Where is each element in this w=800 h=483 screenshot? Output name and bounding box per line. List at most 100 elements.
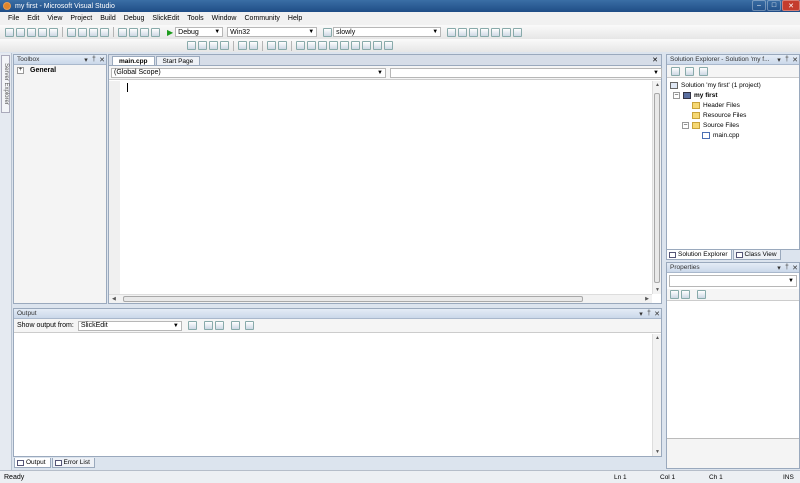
scroll-thumb[interactable]	[654, 93, 660, 283]
scroll-up-icon[interactable]: ▲	[655, 335, 660, 341]
auto-hide-pin-icon[interactable]: †	[783, 56, 791, 64]
tree-node-source-files[interactable]: – Source Files	[670, 120, 799, 130]
output-text-area[interactable]	[14, 334, 652, 456]
find-message-icon[interactable]	[187, 321, 197, 330]
properties-icon[interactable]	[671, 66, 680, 76]
properties-window-icon[interactable]	[458, 27, 468, 37]
menu-project[interactable]: Project	[66, 15, 96, 22]
refresh-icon[interactable]	[699, 66, 708, 76]
menu-build[interactable]: Build	[96, 15, 120, 22]
close-document-icon[interactable]: ✕	[652, 56, 658, 64]
comment-out-icon[interactable]	[267, 41, 276, 50]
tab-error-list[interactable]: Error List	[51, 458, 95, 468]
toolbox-icon[interactable]	[480, 27, 490, 37]
scroll-thumb[interactable]	[123, 296, 583, 302]
categorized-icon[interactable]	[670, 290, 679, 299]
menu-community[interactable]: Community	[241, 15, 284, 22]
toggle-word-wrap-icon[interactable]	[244, 321, 254, 330]
redo-icon[interactable]	[129, 27, 138, 37]
close-icon[interactable]: ✕	[98, 56, 106, 64]
decrease-indent-icon[interactable]	[238, 41, 247, 50]
output-vertical-scrollbar[interactable]: ▲ ▼	[652, 334, 661, 456]
paste-icon[interactable]	[89, 27, 98, 37]
complete-word-icon[interactable]	[220, 41, 229, 50]
display-object-member-list-icon[interactable]	[187, 41, 196, 50]
save-icon[interactable]	[38, 27, 47, 37]
editor-horizontal-scrollbar[interactable]: ◀ ▶	[109, 294, 652, 303]
next-bookmark-in-folder-icon[interactable]	[340, 41, 349, 50]
property-pages-icon[interactable]	[697, 290, 706, 299]
object-select[interactable]: ▼	[669, 275, 797, 287]
go-to-previous-message-icon[interactable]	[203, 321, 213, 330]
toolbox-group-general[interactable]: + General	[14, 65, 106, 74]
clear-bookmarks-icon[interactable]	[373, 41, 382, 50]
scroll-right-icon[interactable]: ▶	[645, 296, 649, 302]
tree-node-main-cpp[interactable]: main.cpp	[670, 130, 799, 140]
menu-window[interactable]: Window	[208, 15, 241, 22]
tab-solution-explorer[interactable]: Solution Explorer	[666, 250, 732, 260]
quick-info-icon[interactable]	[209, 41, 218, 50]
toolbar-options-icon[interactable]	[384, 41, 393, 50]
close-icon[interactable]: ✕	[653, 310, 661, 318]
auto-hide-pin-icon[interactable]: †	[783, 264, 791, 272]
start-page-icon[interactable]	[491, 27, 501, 37]
scroll-left-icon[interactable]: ◀	[112, 296, 116, 302]
toolbar-options-icon[interactable]	[513, 27, 523, 37]
menu-file[interactable]: File	[4, 15, 23, 22]
delete-icon[interactable]	[100, 27, 109, 37]
tree-node-solution[interactable]: Solution 'my first' (1 project)	[670, 80, 799, 90]
window-position-icon[interactable]: ▾	[637, 310, 645, 318]
alphabetical-icon[interactable]	[681, 290, 690, 299]
go-to-next-message-icon[interactable]	[214, 321, 224, 330]
server-explorer-tab[interactable]: Server Explorer	[1, 55, 10, 113]
close-icon[interactable]: ✕	[791, 56, 799, 64]
window-position-icon[interactable]: ▾	[775, 56, 783, 64]
command-window-icon[interactable]	[502, 27, 512, 37]
tab-output[interactable]: Output	[14, 458, 51, 468]
new-project-icon[interactable]	[5, 27, 14, 37]
collapse-icon[interactable]: –	[682, 121, 689, 129]
window-position-icon[interactable]: ▾	[775, 264, 783, 272]
tree-node-project[interactable]: – my first	[670, 90, 799, 100]
menu-edit[interactable]: Edit	[23, 15, 43, 22]
open-file-icon[interactable]	[27, 27, 36, 37]
scroll-up-icon[interactable]: ▲	[655, 82, 660, 88]
clear-all-icon[interactable]	[230, 321, 240, 330]
scope-select[interactable]: (Global Scope) ▼	[111, 67, 386, 78]
add-item-icon[interactable]	[16, 27, 25, 37]
tree-node-resource-files[interactable]: Resource Files	[670, 110, 799, 120]
scroll-down-icon[interactable]: ▼	[655, 287, 660, 293]
menu-slickedit[interactable]: SlickEdit	[148, 15, 183, 22]
next-bookmark-icon[interactable]	[318, 41, 327, 50]
minimize-button[interactable]: –	[752, 0, 766, 11]
start-debugging-icon[interactable]: ▶	[167, 28, 173, 37]
previous-bookmark-in-document-icon[interactable]	[351, 41, 360, 50]
editor-vertical-scrollbar[interactable]: ▲ ▼	[652, 81, 661, 294]
collapse-icon[interactable]: –	[673, 91, 680, 99]
solution-platform-select[interactable]: Win32 ▼	[227, 27, 318, 37]
save-all-icon[interactable]	[49, 27, 58, 37]
previous-bookmark-icon[interactable]	[307, 41, 316, 50]
navigate-backward-icon[interactable]	[140, 27, 149, 37]
copy-icon[interactable]	[78, 27, 87, 37]
close-icon[interactable]: ✕	[791, 264, 799, 272]
toggle-bookmark-icon[interactable]	[296, 41, 305, 50]
tab-main-cpp[interactable]: main.cpp	[112, 56, 155, 65]
output-source-select[interactable]: SlickEdit ▼	[77, 320, 182, 331]
next-bookmark-in-document-icon[interactable]	[362, 41, 371, 50]
undo-icon[interactable]	[118, 27, 127, 37]
solution-explorer-icon[interactable]	[447, 27, 457, 37]
object-browser-icon[interactable]	[469, 27, 479, 37]
menu-tools[interactable]: Tools	[183, 15, 207, 22]
code-editor[interactable]	[109, 81, 652, 294]
window-position-icon[interactable]: ▾	[82, 56, 90, 64]
menu-view[interactable]: View	[43, 15, 66, 22]
cut-icon[interactable]	[67, 27, 76, 37]
close-window-button[interactable]: ✕	[782, 0, 800, 11]
expand-icon[interactable]: +	[17, 67, 24, 74]
solution-configuration-select[interactable]: Debug ▼	[175, 27, 224, 37]
navigate-forward-icon[interactable]	[151, 27, 160, 37]
scroll-down-icon[interactable]: ▼	[655, 449, 660, 455]
menu-help[interactable]: Help	[284, 15, 306, 22]
menu-debug[interactable]: Debug	[120, 15, 149, 22]
